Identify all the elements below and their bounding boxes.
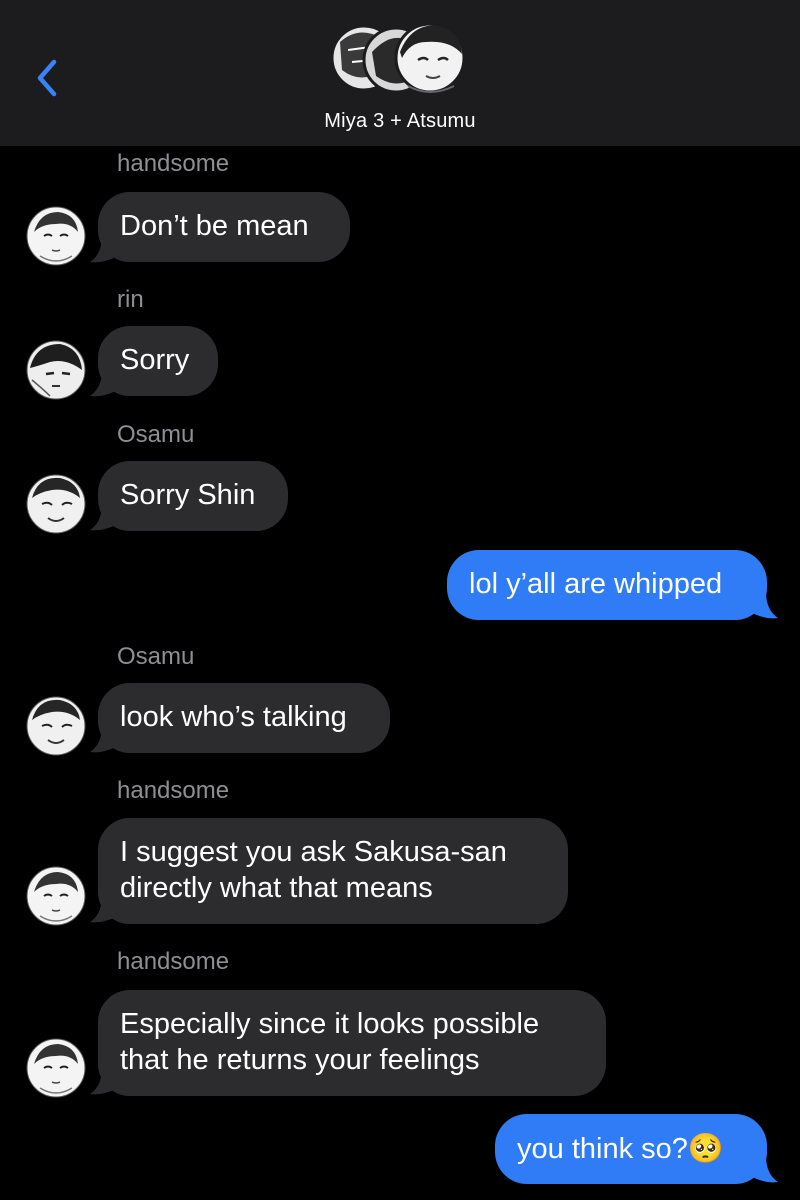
message-bubble-incoming[interactable]: Sorry [98, 326, 218, 396]
avatar-osamu[interactable] [26, 696, 86, 756]
message-text: you think so? [517, 1133, 688, 1165]
message-text: Sorry [120, 344, 190, 376]
message-text: Sorry Shin [120, 479, 256, 511]
sender-name: Osamu [117, 643, 195, 670]
message-text: Don’t be mean [120, 210, 309, 242]
message-bubble-incoming[interactable]: Especially since it looks possible that … [98, 990, 606, 1096]
sender-name: handsome [117, 777, 230, 804]
message-text-line: Especially since it looks possible [120, 1008, 540, 1040]
group-avatar[interactable] [330, 12, 474, 102]
chat-header: Miya 3 + Atsumu [0, 0, 800, 146]
sender-name: Osamu [117, 421, 195, 448]
sender-name: rin [117, 286, 144, 313]
chevron-left-icon [37, 59, 57, 97]
message-text: lol y’all are whipped [469, 568, 723, 600]
sender-name: handsome [117, 948, 230, 975]
avatar-handsome[interactable] [26, 866, 86, 926]
avatar-handsome[interactable] [26, 1038, 86, 1098]
message-bubble-incoming[interactable]: I suggest you ask Sakusa-san directly wh… [98, 818, 568, 924]
message-bubble-outgoing[interactable]: lol y’all are whipped [447, 550, 767, 620]
group-title[interactable]: Miya 3 + Atsumu [0, 110, 800, 133]
sender-name: handsome [117, 150, 230, 177]
avatar-handsome[interactable] [26, 206, 86, 266]
message-bubble-incoming[interactable]: look who’s talking [98, 683, 390, 753]
message-bubble-incoming[interactable]: Don’t be mean [98, 192, 350, 262]
message-text: look who’s talking [120, 701, 347, 733]
message-bubble-outgoing[interactable]: you think so?🥺 [495, 1114, 767, 1184]
pleading-face-emoji: 🥺 [687, 1131, 724, 1165]
message-text-line: that he returns your feelings [120, 1044, 480, 1076]
back-button[interactable] [26, 52, 66, 102]
avatar-osamu[interactable] [26, 474, 86, 534]
message-bubble-incoming[interactable]: Sorry Shin [98, 461, 288, 531]
message-text-line: directly what that means [120, 872, 433, 904]
message-text-line: I suggest you ask Sakusa-san [120, 836, 507, 868]
avatar-rin[interactable] [26, 340, 86, 400]
